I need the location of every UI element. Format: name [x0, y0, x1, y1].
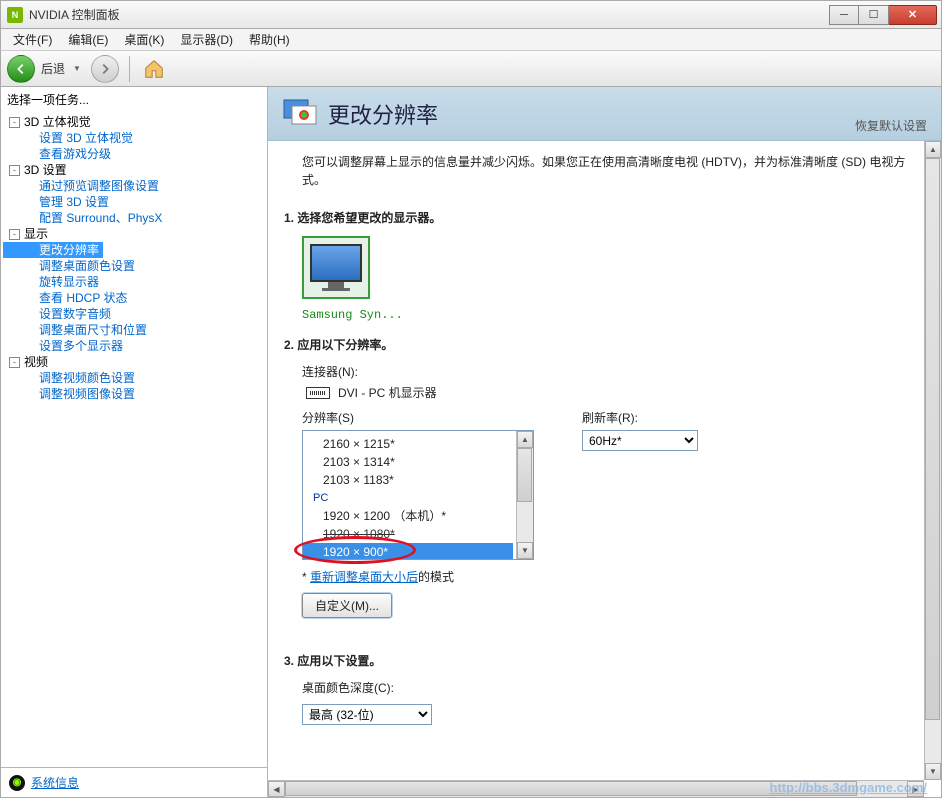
system-info-link[interactable]: 系统信息: [31, 774, 79, 791]
step-2-title: 2. 应用以下分辨率。: [284, 336, 923, 353]
scroll-thumb[interactable]: [517, 448, 532, 502]
note-link[interactable]: 重新调整桌面大小后: [310, 570, 418, 584]
tree-leaf[interactable]: 调整视频图像设置: [3, 386, 267, 402]
tree-leaf[interactable]: 旋转显示器: [3, 274, 267, 290]
scroll-down-icon[interactable]: ▼: [517, 542, 533, 559]
refresh-rate-select[interactable]: 60Hz*: [582, 430, 698, 451]
tree-leaf[interactable]: 调整桌面尺寸和位置: [3, 322, 267, 338]
maximize-button[interactable]: ☐: [859, 5, 889, 25]
tree-leaf[interactable]: 更改分辨率: [3, 242, 103, 258]
home-button[interactable]: [140, 55, 168, 83]
window-controls: ─ ☐ ✕: [829, 5, 937, 25]
change-resolution-icon: [282, 96, 318, 132]
note-suffix: 的模式: [418, 570, 454, 584]
color-depth-label: 桌面颜色深度(C):: [302, 679, 923, 696]
tree-toggle-icon[interactable]: -: [9, 229, 20, 240]
resolution-list[interactable]: ▲ ▼ 2160 × 1215*2103 × 1314*2103 × 1183*…: [302, 430, 534, 560]
toolbar: 后退 ▼: [0, 50, 942, 87]
back-label: 后退: [41, 60, 65, 77]
tree-leaf[interactable]: 设置 3D 立体视觉: [3, 130, 267, 146]
note-row: * 重新调整桌面大小后的模式: [302, 568, 534, 585]
monitor-caption: Samsung Syn...: [302, 308, 923, 322]
forward-button[interactable]: [91, 55, 119, 83]
resolution-item[interactable]: 1920 × 1200 （本机）*: [303, 507, 533, 525]
menu-help[interactable]: 帮助(H): [243, 29, 296, 50]
back-button[interactable]: [7, 55, 35, 83]
description-text: 您可以调整屏幕上显示的信息量并减少闪烁。如果您正在使用高清晰度电视 (HDTV)…: [302, 153, 923, 189]
content-header: 更改分辨率 恢复默认设置: [268, 87, 941, 141]
monitor-screen-icon: [310, 244, 362, 282]
tree-branch[interactable]: -视频: [3, 354, 267, 370]
custom-button[interactable]: 自定义(M)...: [302, 593, 392, 618]
tree-leaf[interactable]: 设置多个显示器: [3, 338, 267, 354]
toolbar-separator: [129, 56, 130, 82]
hscroll-left-icon[interactable]: ◀: [268, 781, 285, 797]
tree-branch[interactable]: -显示: [3, 226, 267, 242]
sidebar: 选择一项任务... -3D 立体视觉设置 3D 立体视觉查看游戏分级-3D 设置…: [1, 87, 268, 797]
system-info-bar: ◉ 系统信息: [1, 767, 267, 797]
task-tree: -3D 立体视觉设置 3D 立体视觉查看游戏分级-3D 设置通过预览调整图像设置…: [1, 112, 267, 767]
tree-toggle-icon[interactable]: -: [9, 357, 20, 368]
tree-leaf[interactable]: 查看游戏分级: [3, 146, 267, 162]
menu-bar: 文件(F) 编辑(E) 桌面(K) 显示器(D) 帮助(H): [0, 29, 942, 50]
tree-branch-label: 3D 立体视觉: [24, 114, 91, 130]
tree-branch-label: 3D 设置: [24, 162, 67, 178]
step-3-title: 3. 应用以下设置。: [284, 652, 923, 669]
tree-branch[interactable]: -3D 设置: [3, 162, 267, 178]
resolution-list-scrollbar[interactable]: ▲ ▼: [516, 431, 533, 559]
page-title: 更改分辨率: [328, 98, 438, 130]
content-vertical-scrollbar[interactable]: ▲ ▼: [924, 141, 941, 780]
tree-leaf[interactable]: 设置数字音频: [3, 306, 267, 322]
title-bar: N NVIDIA 控制面板 ─ ☐ ✕: [0, 0, 942, 29]
vscroll-up-icon[interactable]: ▲: [925, 141, 941, 158]
tree-leaf[interactable]: 管理 3D 设置: [3, 194, 267, 210]
back-dropdown-icon[interactable]: ▼: [73, 64, 81, 73]
tree-toggle-icon[interactable]: -: [9, 117, 20, 128]
step-1-title: 1. 选择您希望更改的显示器。: [284, 209, 923, 226]
nvidia-icon: N: [7, 7, 23, 23]
color-depth-select[interactable]: 最高 (32-位): [302, 704, 432, 725]
nvidia-badge-icon: ◉: [9, 775, 25, 791]
dvi-connector-icon: [306, 387, 330, 399]
resolution-group-label: PC: [303, 489, 533, 507]
tree-leaf[interactable]: 调整桌面颜色设置: [3, 258, 267, 274]
sidebar-title: 选择一项任务...: [1, 87, 267, 112]
tree-leaf[interactable]: 通过预览调整图像设置: [3, 178, 267, 194]
tree-leaf[interactable]: 调整视频颜色设置: [3, 370, 267, 386]
window-title: NVIDIA 控制面板: [29, 6, 829, 23]
refresh-rate-label: 刷新率(R):: [582, 411, 638, 425]
menu-file[interactable]: 文件(F): [7, 29, 58, 50]
content-pane: 更改分辨率 恢复默认设置 您可以调整屏幕上显示的信息量并减少闪烁。如果您正在使用…: [268, 87, 941, 797]
resolution-item[interactable]: 2103 × 1314*: [303, 453, 533, 471]
resolution-item[interactable]: 1920 × 900*: [303, 543, 513, 560]
watermark-link: http://bbs.3dmgame.com/: [770, 780, 927, 795]
tree-leaf[interactable]: 配置 Surround、PhysX: [3, 210, 267, 226]
close-button[interactable]: ✕: [889, 5, 937, 25]
tree-toggle-icon[interactable]: -: [9, 165, 20, 176]
vscroll-thumb[interactable]: [925, 158, 940, 720]
tree-branch[interactable]: -3D 立体视觉: [3, 114, 267, 130]
connector-value: DVI - PC 机显示器: [338, 384, 437, 401]
note-prefix: *: [302, 570, 310, 584]
resolution-item[interactable]: 1920 × 1080*: [303, 525, 533, 543]
resolution-item[interactable]: 2160 × 1215*: [303, 435, 533, 453]
content-body: 您可以调整屏幕上显示的信息量并减少闪烁。如果您正在使用高清晰度电视 (HDTV)…: [268, 141, 941, 777]
vscroll-down-icon[interactable]: ▼: [925, 763, 941, 780]
tree-leaf[interactable]: 查看 HDCP 状态: [3, 290, 267, 306]
scroll-up-icon[interactable]: ▲: [517, 431, 533, 448]
minimize-button[interactable]: ─: [829, 5, 859, 25]
tree-branch-label: 显示: [24, 226, 48, 242]
menu-desktop[interactable]: 桌面(K): [118, 29, 170, 50]
main-area: 选择一项任务... -3D 立体视觉设置 3D 立体视觉查看游戏分级-3D 设置…: [0, 87, 942, 798]
connector-label: 连接器(N):: [302, 363, 923, 380]
restore-defaults-link[interactable]: 恢复默认设置: [855, 117, 927, 134]
resolution-label: 分辨率(S): [302, 411, 354, 425]
monitor-item[interactable]: [302, 236, 370, 299]
tree-branch-label: 视频: [24, 354, 48, 370]
menu-display[interactable]: 显示器(D): [174, 29, 239, 50]
menu-edit[interactable]: 编辑(E): [62, 29, 114, 50]
resolution-item[interactable]: 2103 × 1183*: [303, 471, 533, 489]
